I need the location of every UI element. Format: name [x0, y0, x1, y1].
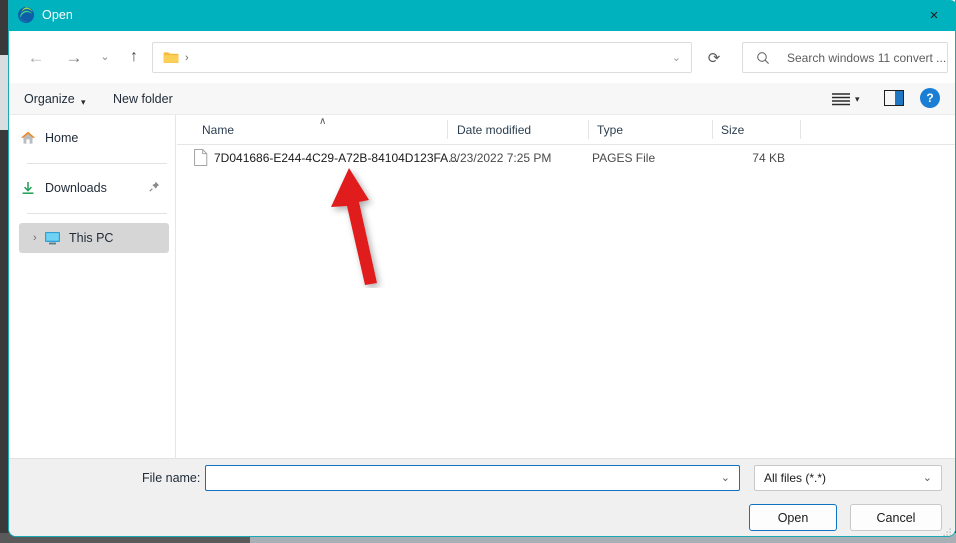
organize-button[interactable]: Organize — [24, 91, 75, 108]
cell-file-type: PAGES File — [592, 151, 656, 165]
address-chevron-down-icon[interactable]: ⌄ — [672, 51, 681, 66]
expand-chevron-right-icon[interactable]: › — [33, 232, 37, 244]
edge-logo-icon — [17, 6, 35, 24]
column-headers: ∧ Name Date modified Type Size — [177, 115, 955, 145]
back-button[interactable]: ← — [21, 42, 51, 72]
preview-pane-fill — [895, 91, 903, 105]
pin-icon[interactable] — [149, 181, 160, 195]
sidebar-divider-1 — [27, 163, 167, 164]
file-name-input[interactable]: ⌄ — [205, 465, 740, 491]
file-name-chevron-down-icon[interactable]: ⌄ — [721, 471, 730, 484]
title-bar: Open × — [9, 0, 955, 31]
sort-ascending-icon: ∧ — [319, 116, 327, 127]
column-divider[interactable] — [712, 120, 713, 139]
sidebar-item-label: Home — [45, 131, 79, 145]
organize-chevron-down-icon[interactable]: ▾ — [81, 94, 86, 111]
search-input[interactable]: Search windows 11 convert ... — [787, 50, 946, 67]
dialog-footer: File name: ⌄ All files (*.*) ⌄ Open Canc… — [9, 458, 955, 536]
column-header-type[interactable]: Type — [597, 122, 623, 138]
recent-locations-chevron-down-icon[interactable]: ⌄ — [90, 42, 120, 72]
sidebar-item-downloads[interactable]: Downloads — [19, 173, 169, 203]
table-row[interactable]: 7D041686-E244-4C29-A72B-84104D123FA... 8… — [177, 145, 955, 171]
resize-grip[interactable] — [943, 524, 952, 536]
monitor-icon — [43, 229, 61, 247]
sidebar-item-label: Downloads — [45, 181, 107, 195]
column-divider[interactable] — [588, 120, 589, 139]
sidebar-item-this-pc[interactable]: › This PC — [19, 223, 169, 253]
home-icon — [19, 129, 37, 147]
file-type-filter-select[interactable]: All files (*.*) ⌄ — [754, 465, 942, 491]
open-file-dialog: Open × ← → ⌄ ↑ › ⌄ ⟳ Search windows 11 c… — [8, 0, 956, 537]
sidebar-item-home[interactable]: Home — [19, 123, 169, 153]
column-header-date-modified[interactable]: Date modified — [457, 122, 531, 138]
address-bar[interactable]: › ⌄ — [152, 42, 692, 73]
column-header-size[interactable]: Size — [721, 122, 744, 138]
search-box[interactable]: Search windows 11 convert ... — [742, 42, 948, 73]
cell-date-modified: 8/23/2022 7:25 PM — [450, 151, 552, 165]
view-chevron-down-icon[interactable]: ▾ — [855, 94, 860, 105]
column-header-name[interactable]: Name — [202, 122, 234, 138]
column-divider[interactable] — [447, 120, 448, 139]
file-type-chevron-down-icon[interactable]: ⌄ — [923, 471, 932, 484]
up-button[interactable]: ↑ — [119, 42, 149, 72]
file-type-filter-value: All files (*.*) — [764, 471, 827, 485]
window-title: Open — [42, 8, 73, 22]
forward-button[interactable]: → — [59, 42, 89, 72]
document-icon — [194, 149, 208, 166]
download-icon — [19, 179, 37, 197]
close-button[interactable]: × — [911, 0, 955, 31]
file-name-label: File name: — [142, 471, 201, 485]
sidebar-divider-2 — [27, 213, 167, 214]
breadcrumb-separator: › — [185, 52, 189, 64]
view-options-icon[interactable] — [829, 90, 853, 108]
cell-file-size: 74 KB — [752, 151, 785, 165]
preview-pane-icon[interactable] — [884, 90, 904, 106]
open-button[interactable]: Open — [749, 504, 837, 531]
search-icon — [756, 51, 770, 65]
column-divider[interactable] — [800, 120, 801, 139]
refresh-button[interactable]: ⟳ — [701, 45, 727, 71]
new-folder-button[interactable]: New folder — [113, 91, 173, 108]
command-bar: Organize ▾ New folder ▾ ? — [9, 83, 955, 115]
cell-file-name: 7D041686-E244-4C29-A72B-84104D123FA... — [214, 151, 459, 165]
help-button[interactable]: ? — [920, 88, 940, 108]
cancel-button[interactable]: Cancel — [850, 504, 942, 531]
sidebar-item-label: This PC — [69, 231, 114, 245]
navigation-pane: Home Downloads › This PC — [9, 115, 176, 458]
file-list: ∧ Name Date modified Type Size 7D041686-… — [177, 115, 955, 458]
folder-icon — [163, 51, 179, 64]
